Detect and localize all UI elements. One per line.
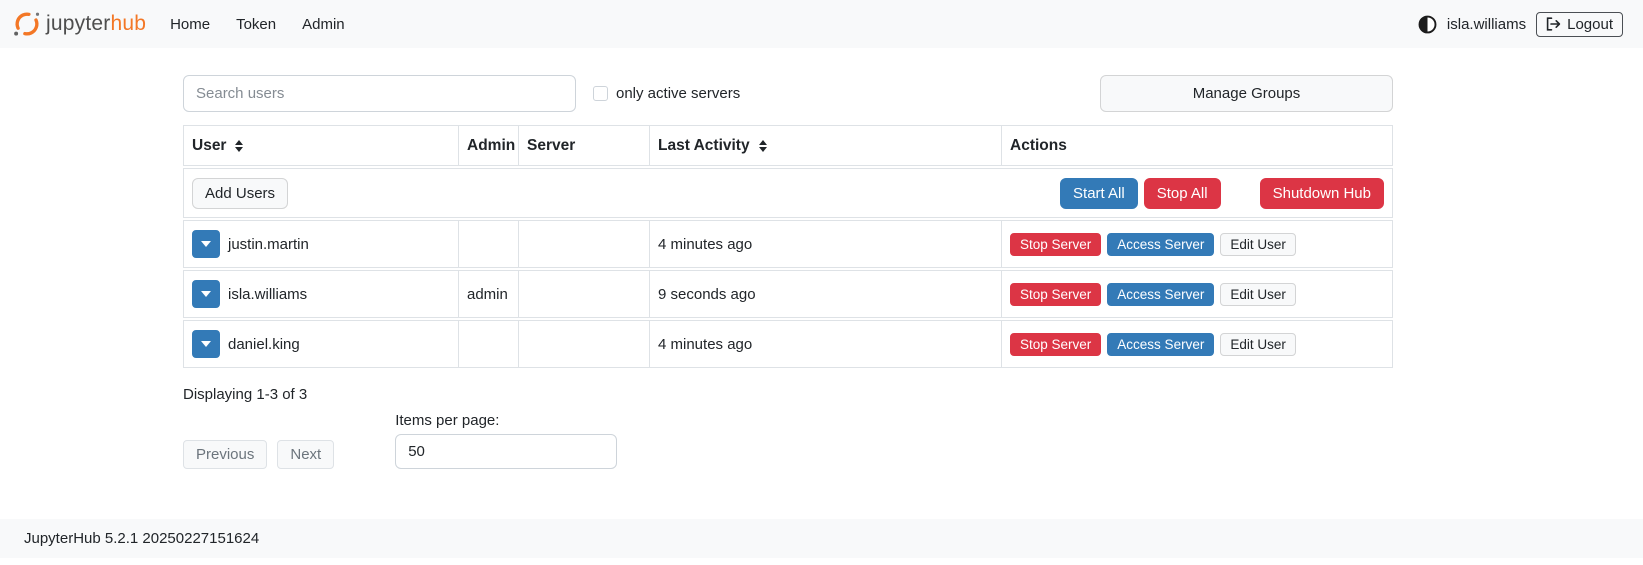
logout-icon xyxy=(1546,17,1561,31)
nav-link-admin[interactable]: Admin xyxy=(302,16,345,33)
sort-user-icon[interactable] xyxy=(235,140,243,152)
theme-toggle-icon[interactable] xyxy=(1418,15,1437,34)
username: daniel.king xyxy=(228,336,300,353)
caret-down-icon xyxy=(201,241,211,247)
header-server: Server xyxy=(518,126,649,165)
only-active-checkbox[interactable] xyxy=(593,86,608,101)
caret-down-icon xyxy=(201,341,211,347)
header-user: User xyxy=(184,126,458,165)
nav-links: Home Token Admin xyxy=(170,16,345,33)
search-users-input[interactable] xyxy=(183,75,576,112)
shutdown-hub-button[interactable]: Shutdown Hub xyxy=(1260,178,1384,209)
server-cell xyxy=(518,321,649,367)
stop-server-button[interactable]: Stop Server xyxy=(1010,233,1101,256)
nav-link-token[interactable]: Token xyxy=(236,16,276,33)
pagination-controls: Previous Next Items per page: xyxy=(183,412,1393,469)
jupyterhub-logo[interactable]: jupyterhub xyxy=(12,9,146,39)
only-active-label: only active servers xyxy=(616,85,740,102)
logout-button[interactable]: Logout xyxy=(1536,12,1623,37)
table-row: justin.martin 4 minutes ago Stop Server … xyxy=(183,220,1393,268)
username: isla.williams xyxy=(228,286,307,303)
items-per-page-input[interactable] xyxy=(395,434,617,469)
admin-cell xyxy=(458,321,518,367)
actions-cell: Stop Server Access Server Edit User xyxy=(1001,321,1392,367)
last-activity-cell: 9 seconds ago xyxy=(649,271,1001,317)
edit-user-button[interactable]: Edit User xyxy=(1220,233,1296,256)
last-activity-cell: 4 minutes ago xyxy=(649,221,1001,267)
user-cell: daniel.king xyxy=(184,321,458,367)
edit-user-button[interactable]: Edit User xyxy=(1220,333,1296,356)
start-all-button[interactable]: Start All xyxy=(1060,178,1138,209)
admin-cell: admin xyxy=(458,271,518,317)
manage-groups-button[interactable]: Manage Groups xyxy=(1100,75,1393,112)
actions-cell: Stop Server Access Server Edit User xyxy=(1001,221,1392,267)
sort-last-activity-icon[interactable] xyxy=(759,140,767,152)
brand-text: jupyterhub xyxy=(46,12,146,36)
user-cell: isla.williams xyxy=(184,271,458,317)
edit-user-button[interactable]: Edit User xyxy=(1220,283,1296,306)
access-server-button[interactable]: Access Server xyxy=(1107,233,1214,256)
logout-label: Logout xyxy=(1567,16,1613,33)
admin-panel: only active servers Manage Groups User A… xyxy=(183,75,1393,469)
pagination-summary: Displaying 1-3 of 3 xyxy=(183,386,1393,403)
jupyter-orbit-icon xyxy=(12,9,42,39)
version-text: JupyterHub 5.2.1 20250227151624 xyxy=(24,530,259,547)
nav-link-home[interactable]: Home xyxy=(170,16,210,33)
table-row: isla.williams admin 9 seconds ago Stop S… xyxy=(183,270,1393,318)
access-server-button[interactable]: Access Server xyxy=(1107,333,1214,356)
stop-server-button[interactable]: Stop Server xyxy=(1010,283,1101,306)
header-admin: Admin xyxy=(458,126,518,165)
username: justin.martin xyxy=(228,236,309,253)
users-table: User Admin Server Last Activity Actions … xyxy=(183,125,1393,368)
bulk-actions: Start All Stop All Shutdown Hub xyxy=(1060,178,1384,209)
next-page-button[interactable]: Next xyxy=(277,440,334,469)
user-dropdown-button[interactable] xyxy=(192,280,220,308)
header-last-activity: Last Activity xyxy=(649,126,1001,165)
user-dropdown-button[interactable] xyxy=(192,230,220,258)
add-users-button[interactable]: Add Users xyxy=(192,178,288,209)
caret-down-icon xyxy=(201,291,211,297)
toolbar: only active servers Manage Groups xyxy=(183,75,1393,112)
table-row: daniel.king 4 minutes ago Stop Server Ac… xyxy=(183,320,1393,368)
table-controls-row: Add Users Start All Stop All Shutdown Hu… xyxy=(183,168,1393,218)
user-dropdown-button[interactable] xyxy=(192,330,220,358)
header-actions: Actions xyxy=(1001,126,1392,165)
top-navbar: jupyterhub Home Token Admin isla.william… xyxy=(0,0,1643,48)
footer: JupyterHub 5.2.1 20250227151624 xyxy=(0,519,1643,558)
current-username: isla.williams xyxy=(1447,16,1526,33)
server-cell xyxy=(518,271,649,317)
actions-cell: Stop Server Access Server Edit User xyxy=(1001,271,1392,317)
table-header-row: User Admin Server Last Activity Actions xyxy=(183,125,1393,166)
stop-all-button[interactable]: Stop All xyxy=(1144,178,1221,209)
admin-cell xyxy=(458,221,518,267)
stop-server-button[interactable]: Stop Server xyxy=(1010,333,1101,356)
previous-page-button[interactable]: Previous xyxy=(183,440,267,469)
access-server-button[interactable]: Access Server xyxy=(1107,283,1214,306)
user-cell: justin.martin xyxy=(184,221,458,267)
items-per-page-group: Items per page: xyxy=(395,412,617,469)
server-cell xyxy=(518,221,649,267)
navbar-right: isla.williams Logout xyxy=(1418,12,1623,37)
only-active-filter: only active servers xyxy=(593,85,740,102)
items-per-page-label: Items per page: xyxy=(395,412,617,429)
last-activity-cell: 4 minutes ago xyxy=(649,321,1001,367)
